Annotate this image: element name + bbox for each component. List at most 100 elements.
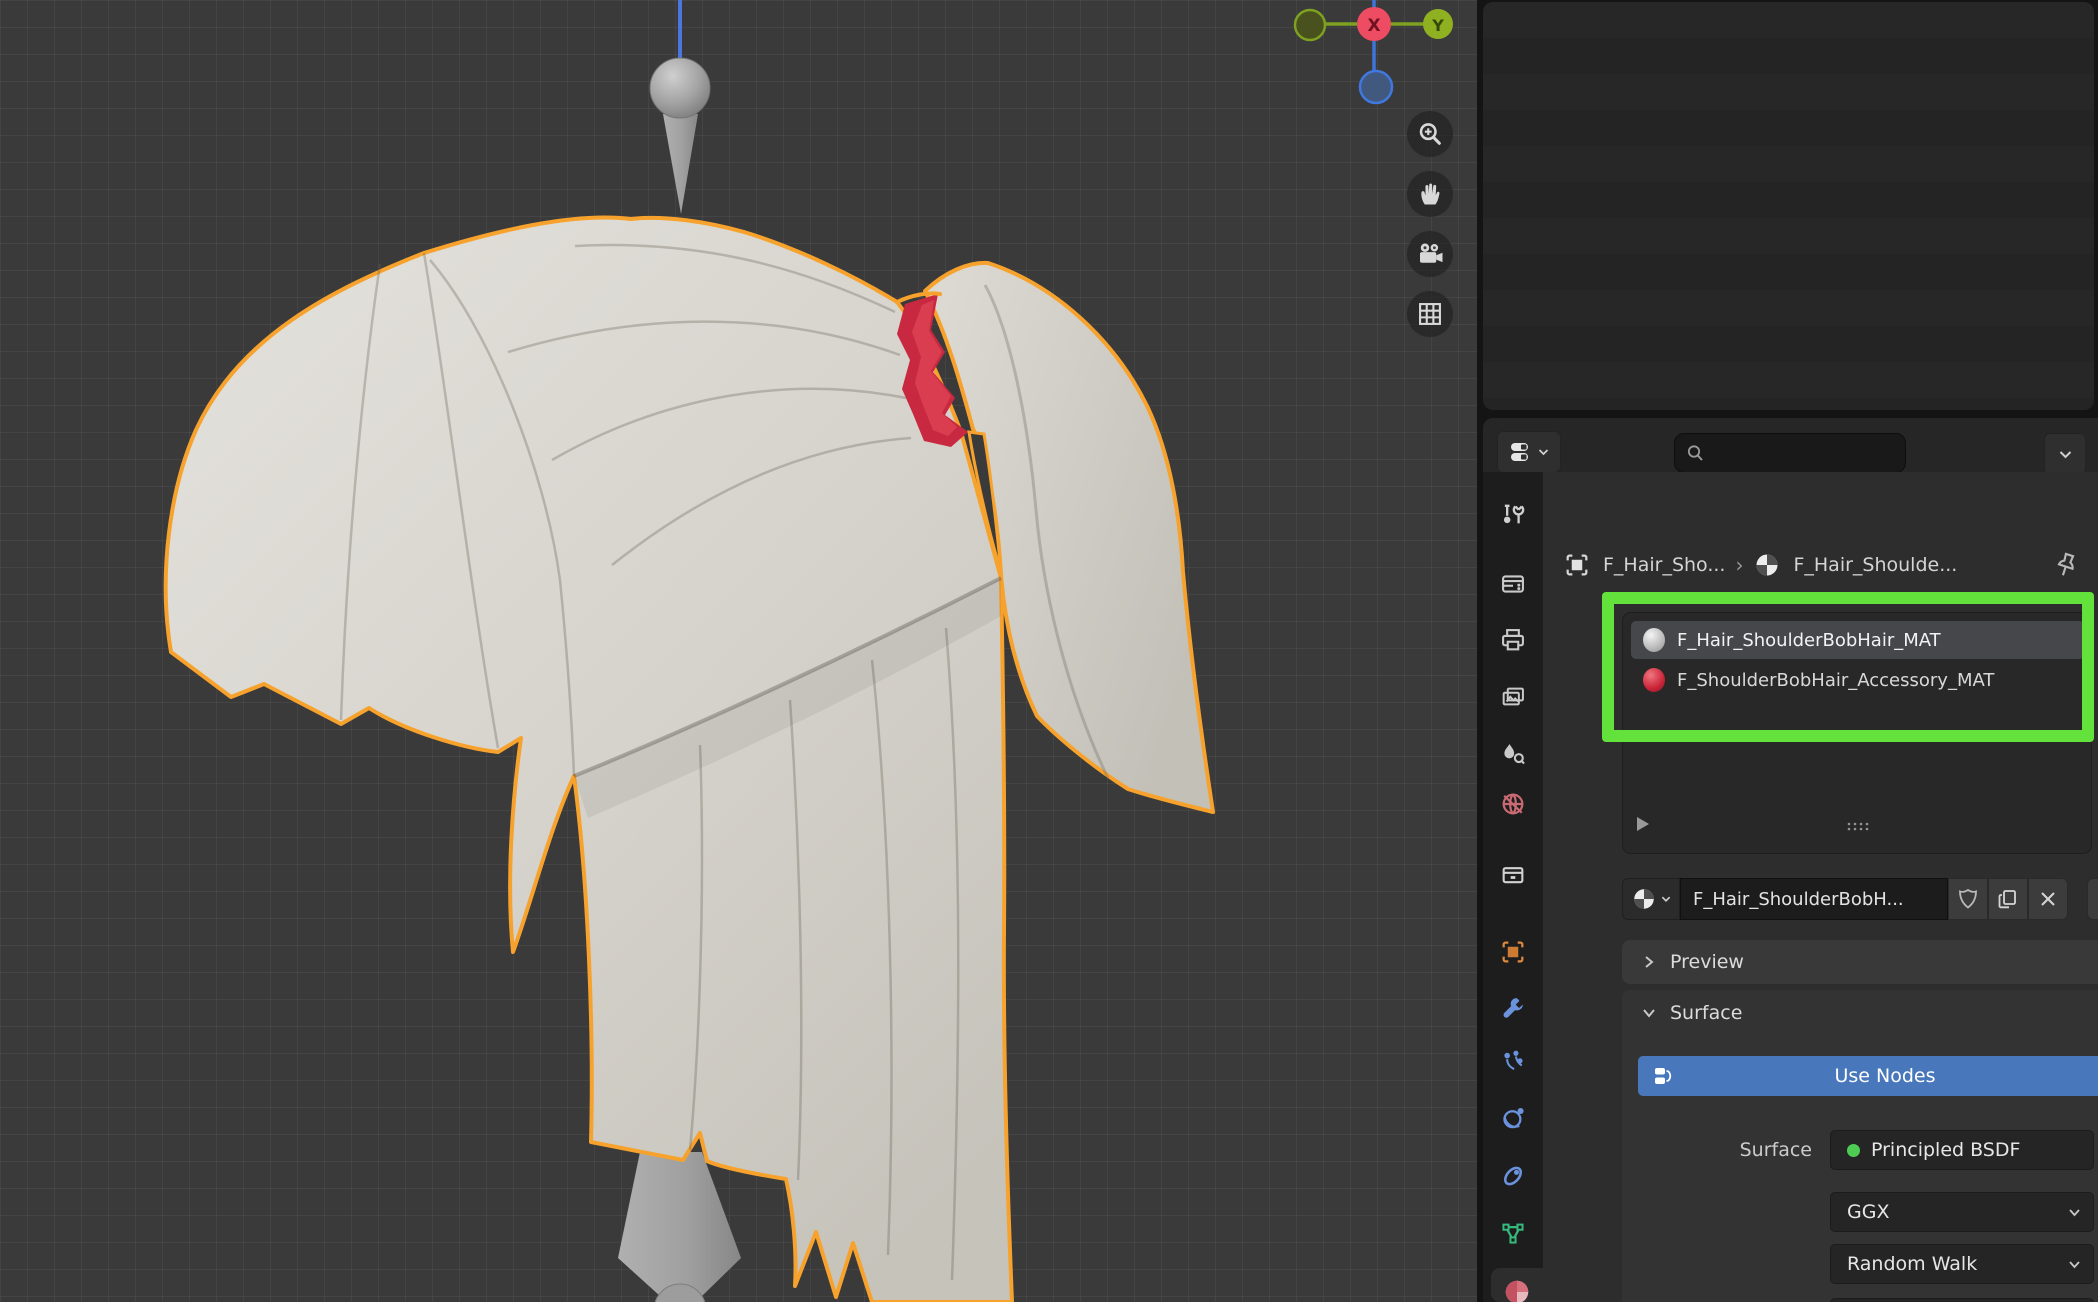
base-color-row: Base Color BASE COLOR	[1622, 1298, 2098, 1302]
tab-object[interactable]	[1483, 928, 1543, 976]
properties-header	[1483, 418, 2098, 472]
surface-shader-button[interactable]: Principled BSDF	[1830, 1130, 2094, 1170]
editor-type-button[interactable]	[1497, 431, 1561, 473]
tab-collection[interactable]	[1483, 850, 1543, 898]
orthographic-toggle-button[interactable]	[1407, 291, 1453, 337]
constraints-icon	[1499, 1162, 1527, 1190]
render-properties-icon	[1499, 570, 1527, 598]
unlink-material-button[interactable]	[2028, 878, 2068, 920]
duplicate-icon	[1996, 887, 2020, 911]
object-properties-icon	[1499, 938, 1527, 966]
base-color-button[interactable]: BASE COLOR	[1830, 1298, 2094, 1302]
viewport-scene: X Y	[0, 0, 1477, 1302]
surface-panel-label: Surface	[1670, 1002, 1742, 1024]
tab-modifiers[interactable]	[1483, 984, 1543, 1032]
chevron-down-icon	[1661, 895, 1671, 903]
tab-physics[interactable]	[1483, 1094, 1543, 1142]
material-properties-icon	[1502, 1277, 1532, 1302]
world-properties-icon	[1499, 790, 1527, 818]
chevron-down-icon	[1538, 448, 1549, 456]
subsurface-method-dropdown[interactable]: Random Walk	[1830, 1244, 2094, 1284]
armature-bone-bottom[interactable]	[618, 1152, 741, 1302]
options-button[interactable]	[2044, 433, 2086, 475]
material-slot-row[interactable]: F_ShoulderBobHair_Accessory_MAT	[1631, 661, 2085, 699]
tab-particles[interactable]	[1483, 1038, 1543, 1086]
nodes-icon	[1652, 1064, 1676, 1088]
grid-icon	[1416, 300, 1444, 328]
breadcrumb: F_Hair_Sho... › F_Hair_Shoulde...	[1563, 551, 1957, 579]
3d-viewport[interactable]: X Y	[0, 0, 1477, 1302]
tab-render[interactable]	[1483, 560, 1543, 608]
surface-shader-row: Surface Principled BSDF	[1622, 1130, 2098, 1170]
tab-material[interactable]	[1491, 1268, 1543, 1302]
chevron-down-icon	[2068, 1208, 2081, 1217]
hair-model[interactable]	[166, 217, 1012, 1302]
outliner-area[interactable]	[1483, 2, 2094, 410]
tab-world[interactable]	[1483, 780, 1543, 828]
properties-editor-icon	[1509, 440, 1535, 464]
preview-panel-label: Preview	[1670, 951, 1744, 973]
chevron-down-icon	[2068, 1260, 2081, 1269]
surface-label: Surface	[1740, 1139, 1812, 1161]
camera-view-button[interactable]	[1407, 231, 1453, 277]
shield-icon	[1957, 887, 1979, 911]
properties-tab-strip	[1483, 472, 1543, 1302]
chevron-down-icon	[1642, 1006, 1656, 1020]
zoom-icon	[1416, 120, 1444, 148]
zoom-button[interactable]	[1407, 111, 1453, 157]
material-icon	[1631, 886, 1657, 912]
camera-icon	[1415, 239, 1445, 269]
tab-constraints[interactable]	[1483, 1152, 1543, 1200]
tool-icon	[1499, 500, 1527, 528]
breadcrumb-material[interactable]: F_Hair_Shoulde...	[1793, 554, 1957, 576]
material-datablock-row: F_Hair_ShoulderBobH...	[1622, 878, 2068, 920]
material-slot-name: F_ShoulderBobHair_Accessory_MAT	[1677, 670, 1994, 691]
scene-properties-icon	[1499, 740, 1527, 768]
search-field[interactable]	[1674, 433, 1906, 473]
tab-view-layer[interactable]	[1483, 674, 1543, 722]
close-icon	[2039, 890, 2057, 908]
hand-icon	[1416, 180, 1444, 208]
material-slot-name: F_Hair_ShoulderBobHair_MAT	[1677, 630, 1941, 651]
breadcrumb-separator: ›	[1735, 553, 1743, 577]
collection-properties-icon	[1499, 860, 1527, 888]
armature-bone-top[interactable]	[650, 0, 710, 214]
breadcrumb-object[interactable]: F_Hair_Sho...	[1603, 554, 1725, 576]
material-slot-row-active[interactable]: F_Hair_ShoulderBobHair_MAT	[1631, 621, 2085, 659]
new-material-button[interactable]	[1988, 878, 2028, 920]
chevron-right-icon	[1642, 955, 1656, 969]
surface-panel: Surface Use Nodes	[1622, 990, 2098, 1302]
search-input[interactable]	[1705, 443, 1889, 464]
axis-neg-z-ball	[1360, 71, 1392, 103]
tab-scene[interactable]	[1483, 730, 1543, 778]
view-axis-gizmo[interactable]: X Y	[1295, 0, 1453, 103]
tab-object-data[interactable]	[1483, 1209, 1543, 1257]
material-name-field[interactable]: F_Hair_ShoulderBobH...	[1680, 878, 1948, 920]
material-icon	[1753, 551, 1781, 579]
axis-neg-y-ball	[1295, 10, 1325, 40]
material-slot-list: F_Hair_ShoulderBobHair_MAT F_ShoulderBob…	[1622, 612, 2092, 854]
surface-panel-header[interactable]: Surface	[1622, 990, 2098, 1036]
tab-output[interactable]	[1483, 616, 1543, 664]
node-tree-dropdown[interactable]	[2087, 878, 2098, 920]
use-nodes-button[interactable]: Use Nodes	[1638, 1056, 2098, 1096]
axis-x-label: X	[1367, 16, 1380, 36]
distribution-row: GGX	[1622, 1192, 2098, 1232]
list-resize-grip-icon[interactable]	[1845, 821, 1871, 831]
tab-tool[interactable]	[1483, 490, 1543, 538]
list-expand-icon[interactable]	[1637, 817, 1649, 831]
material-sphere-gray-icon	[1643, 628, 1665, 652]
axis-y-label: Y	[1431, 16, 1444, 35]
browse-material-button[interactable]	[1622, 878, 1680, 920]
use-nodes-label: Use Nodes	[1834, 1065, 1935, 1087]
pin-icon[interactable]	[2051, 548, 2081, 582]
pan-button[interactable]	[1407, 171, 1453, 217]
properties-editor: F_Hair_Sho... › F_Hair_Shoulde...	[1483, 418, 2098, 1302]
preview-panel-header[interactable]: Preview	[1622, 940, 2098, 984]
surface-shader-value: Principled BSDF	[1871, 1139, 2020, 1161]
distribution-dropdown[interactable]: GGX	[1830, 1192, 2094, 1232]
blender-window: X Y	[0, 0, 2098, 1302]
subsurface-method-row: Random Walk	[1622, 1244, 2098, 1284]
fake-user-button[interactable]	[1948, 878, 1988, 920]
view-layer-icon	[1499, 684, 1527, 712]
